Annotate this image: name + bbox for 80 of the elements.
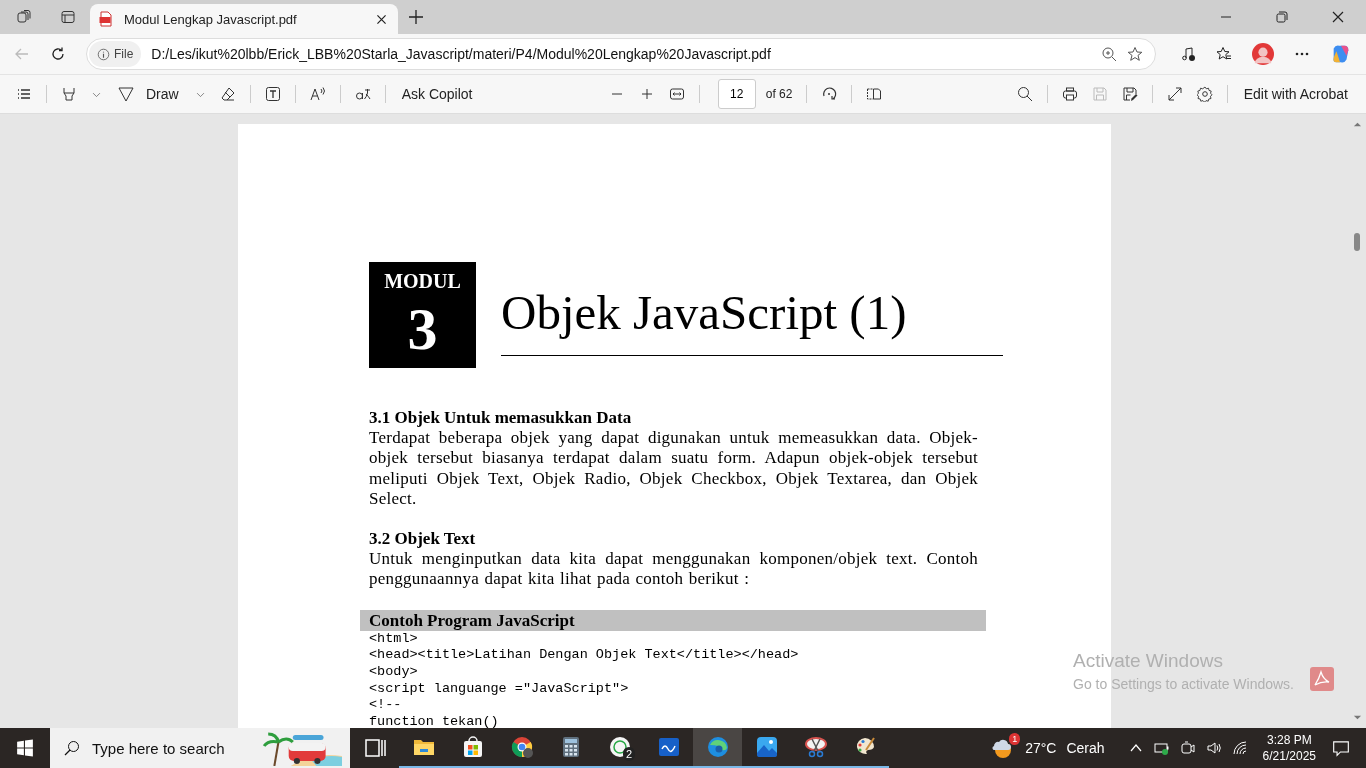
refresh-icon[interactable]	[50, 46, 66, 62]
print-icon[interactable]	[1061, 86, 1078, 102]
info-icon	[97, 47, 110, 61]
browser-tab[interactable]: Modul Lengkap Javascript.pdf	[90, 4, 398, 34]
time: 3:28 PM	[1266, 732, 1312, 748]
module-number: 3	[407, 299, 438, 359]
section-heading: 3.2 Objek Text	[369, 529, 477, 550]
favorites-icon[interactable]	[1216, 46, 1232, 62]
page-count: of 62	[765, 87, 793, 101]
wifi-icon[interactable]	[1231, 740, 1248, 756]
code-line: function tekan()	[368, 713, 500, 728]
scroll-up-icon[interactable]	[1352, 120, 1362, 129]
scrollbar-thumb[interactable]	[1354, 233, 1360, 251]
pdf-icon	[98, 11, 114, 27]
paragraph: Untuk menginputkan data kita dapat menggunakan komponen/objek text. Contoh penggunaannya dapat kita lihat pada contoh berikut :	[369, 549, 978, 590]
edit-with-acrobat-button[interactable]: Edit with Acrobat	[1241, 86, 1350, 102]
whiteboard-icon	[656, 735, 681, 759]
chat-icon	[607, 735, 632, 759]
notifications-icon[interactable]	[1332, 739, 1350, 757]
code-line: <script languange ="JavaScript">	[368, 680, 630, 698]
scheme-label: File	[114, 47, 134, 61]
star-icon[interactable]	[1127, 46, 1143, 62]
start-icon[interactable]	[16, 739, 34, 757]
workspaces-icon[interactable]	[16, 9, 32, 25]
ask-copilot-button[interactable]: Ask Copilot	[399, 86, 475, 102]
highlighter-icon[interactable]	[61, 86, 77, 102]
settings-icon[interactable]	[1196, 86, 1213, 102]
taskbar-search-field[interactable]: Type here to search	[90, 738, 254, 758]
save-as-icon[interactable]	[1121, 86, 1138, 102]
acrobat-icon[interactable]	[1310, 667, 1334, 691]
page-view-icon[interactable]	[866, 86, 883, 102]
task-view-icon	[362, 736, 387, 760]
camera-icon[interactable]	[1179, 740, 1196, 756]
photos-icon	[754, 735, 779, 759]
volume-icon[interactable]	[1205, 740, 1222, 756]
code-line: <body>	[368, 663, 419, 681]
url-text: D:/Les/ikut%20lbb/Erick_LBB%20Starla_Javascript/materi/P4/Modul%20Lengkap%20Javascript.pdf	[151, 46, 771, 62]
search-icon	[64, 740, 80, 756]
scissors-icon	[803, 735, 828, 759]
eraser-icon[interactable]	[219, 86, 236, 102]
paragraph: Terdapat beberapa objek yang dapat digunakan untuk memeasukkan data. Objek-objek tersebut biasanya terdapat dalam suatu form. Adapun objek-objek tersebut meliputi Objek Text, Objek Radio, Objek Checkbox, Objek Textarea, dan Objek Select.	[369, 428, 978, 510]
text-box-icon[interactable]	[264, 86, 281, 102]
code-line: <html>	[368, 630, 419, 648]
weather-alert-count: 1	[1009, 733, 1021, 745]
close-window-icon[interactable]	[1330, 9, 1346, 25]
contents-icon[interactable]	[16, 86, 32, 102]
code-line: <!--	[368, 697, 403, 714]
section-heading: 3.1 Objek Untuk memasukkan Data	[369, 408, 633, 428]
page-number-field[interactable]: 12	[717, 79, 756, 109]
tab-title: Modul Lengkap Javascript.pdf	[124, 11, 298, 27]
code-line: <head><title>Latihan Dengan Objek Text</title></head>	[368, 647, 800, 664]
site-info-button[interactable]: File	[89, 41, 142, 67]
address-bar[interactable]: File D:/Les/ikut%20lbb/Erick_LBB%20Starla_Javascript/materi/P4/Modul%20Lengkap%20Javascript.pdf	[86, 38, 1156, 70]
tab-actions-icon[interactable]	[60, 9, 76, 25]
restore-icon[interactable]	[1274, 9, 1290, 25]
clock[interactable]: 3:28 PM 6/21/2025	[1262, 732, 1316, 764]
chrome-icon	[509, 735, 534, 759]
search-icon[interactable]	[1016, 86, 1033, 102]
new-tab-icon[interactable]	[408, 9, 424, 25]
taskbar-app[interactable]: 2	[595, 728, 644, 768]
taskbar-search-box[interactable]: Type here to search	[50, 728, 350, 768]
battery-icon[interactable]	[1153, 740, 1170, 756]
code-box-title: Contoh Program JavaScript	[360, 609, 986, 631]
fullscreen-icon[interactable]	[1166, 86, 1183, 102]
zoom-icon[interactable]	[1101, 46, 1117, 62]
scroll-down-icon[interactable]	[1352, 713, 1362, 722]
translate-icon[interactable]	[354, 86, 371, 102]
avatar-icon[interactable]	[1252, 43, 1274, 65]
chapter-title: Objek JavaScript (1)	[501, 284, 908, 341]
module-label: MODUL	[384, 270, 461, 293]
read-aloud-icon[interactable]	[309, 86, 326, 102]
weather-condition: Cerah	[1066, 740, 1105, 756]
date: 6/21/2025	[1262, 748, 1316, 764]
draw-button[interactable]: Draw	[116, 86, 181, 102]
rotate-icon[interactable]	[821, 86, 838, 102]
fit-width-icon[interactable]	[668, 86, 685, 102]
temperature: 27°C	[1025, 740, 1057, 756]
media-icon[interactable]	[1180, 46, 1196, 62]
close-icon[interactable]	[375, 12, 388, 26]
edge-icon	[705, 735, 730, 759]
